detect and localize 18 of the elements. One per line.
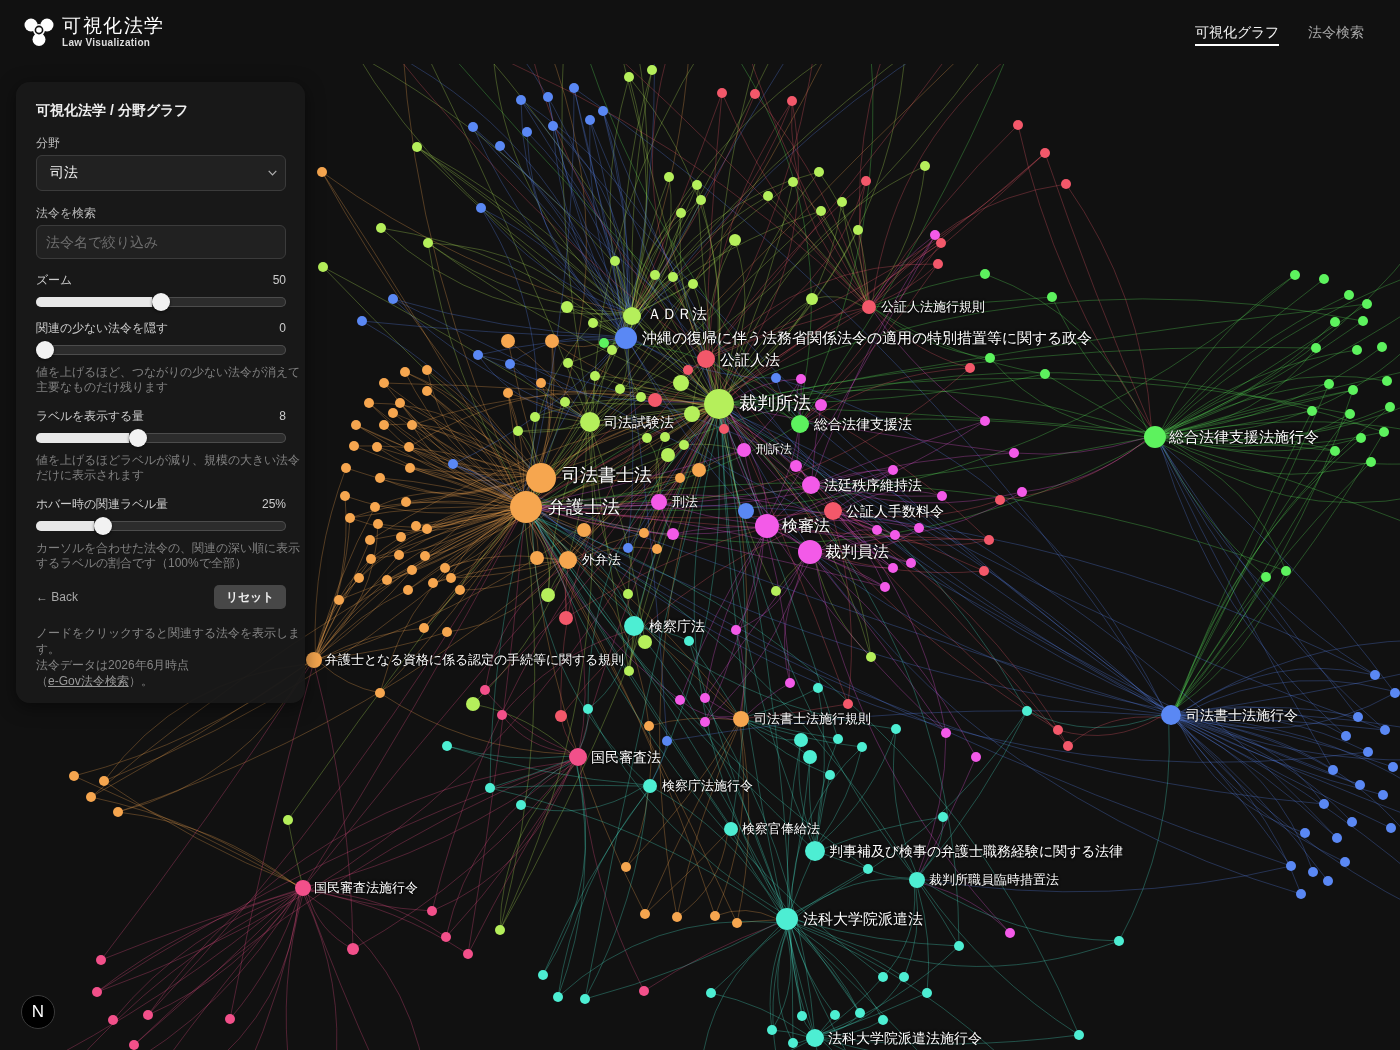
help-text: 値を上げるほどラベルが減り、規模の大きい法令だけに表示されます	[36, 453, 301, 483]
field-label: 分野	[36, 136, 61, 150]
slider-label: ホバー時の関連ラベル量	[36, 497, 168, 511]
slider-value: 50	[272, 273, 286, 287]
logo-subtitle: Law Visualization	[62, 37, 152, 49]
search-label: 法令を検索	[36, 206, 97, 220]
hint-text: ノードをクリックすると関連する法令を表示します。	[36, 625, 301, 657]
slider-label: 関連の少ない法令を隠す	[36, 321, 168, 335]
slider-value: 8	[279, 409, 286, 423]
source-note: 法令データは2026年6月時点（e-Gov法令検索）。	[36, 657, 191, 689]
help-text: カーソルを合わせた法令の、関連の深い順に表示するラベルの割合です（100%で全部）	[36, 541, 301, 571]
help-text: 値を上げるほど、つながりの少ない法令が消えて主要なものだけ残ります	[36, 365, 301, 395]
panel-title: 可視化法学 / 分野グラフ	[36, 102, 189, 118]
slider-value: 0	[279, 321, 286, 335]
slider-label: ズーム	[36, 273, 72, 287]
slider-value: 25%	[261, 497, 286, 511]
logo-title: 可視化法学	[62, 15, 165, 37]
slider-label: ラベルを表示する量	[36, 409, 144, 423]
